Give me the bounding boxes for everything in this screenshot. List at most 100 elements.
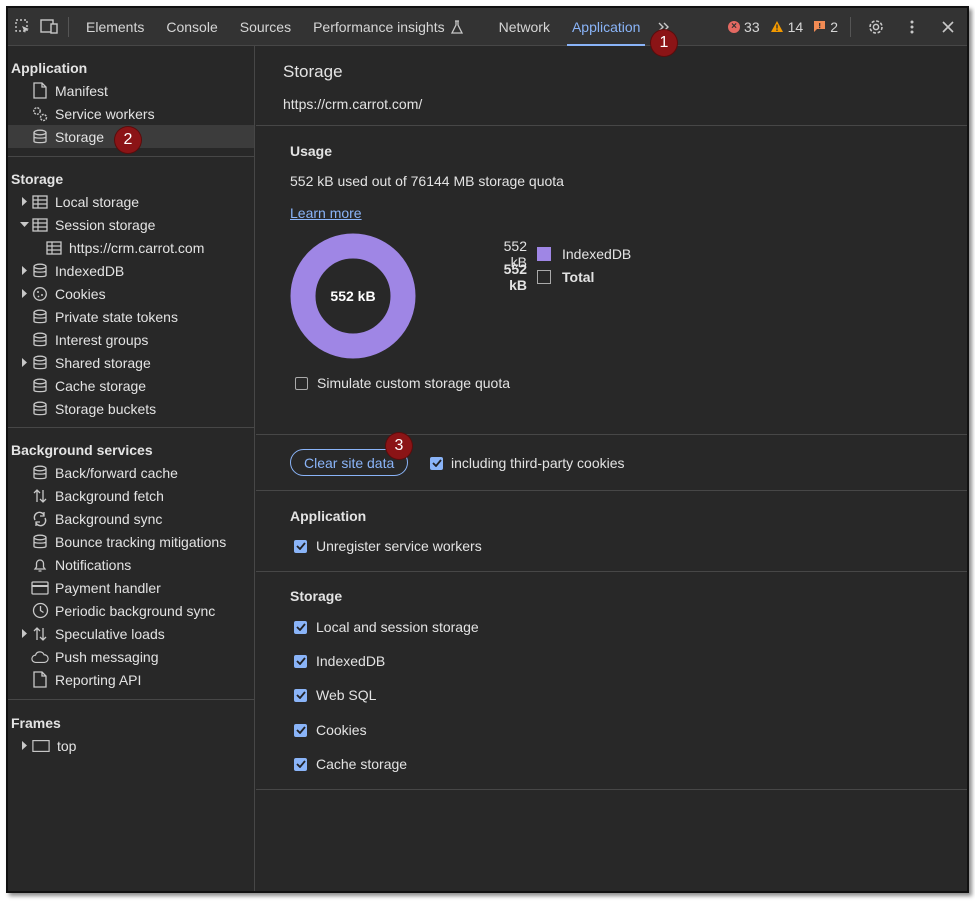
legend-name: IndexedDB bbox=[562, 245, 632, 262]
application-heading: Application bbox=[290, 508, 367, 524]
sidebar-item-interest-groups[interactable]: Interest groups bbox=[8, 328, 254, 351]
sidebar-item-private-state-tokens[interactable]: Private state tokens bbox=[8, 305, 254, 328]
sidebar-item-background-sync[interactable]: Background sync bbox=[8, 507, 254, 530]
clear-local-session-row[interactable]: Local and session storage bbox=[294, 619, 479, 635]
toolbar-divider bbox=[68, 16, 69, 37]
sidebar-item-label: Service workers bbox=[55, 105, 155, 122]
sidebar-item-label: Payment handler bbox=[55, 579, 161, 596]
sidebar-item-label: IndexedDB bbox=[55, 262, 125, 279]
expand-arrow-icon[interactable] bbox=[19, 197, 29, 207]
sidebar-item-label: Background sync bbox=[55, 510, 163, 527]
unregister-sw-checkbox[interactable] bbox=[294, 539, 307, 553]
sidebar-item-bounce-tracking[interactable]: Bounce tracking mitigations bbox=[8, 530, 254, 553]
cookies-checkbox[interactable] bbox=[294, 723, 307, 737]
third-party-cookies-checkbox[interactable] bbox=[430, 456, 443, 470]
close-icon[interactable] bbox=[935, 14, 961, 40]
sidebar-item-label: Back/forward cache bbox=[55, 464, 178, 481]
expand-arrow-icon[interactable] bbox=[19, 741, 29, 751]
expand-arrow-icon[interactable] bbox=[19, 629, 29, 639]
sidebar-item-push-messaging[interactable]: Push messaging bbox=[8, 645, 254, 668]
sidebar-item-payment-handler[interactable]: Payment handler bbox=[8, 576, 254, 599]
sidebar-item-back-forward-cache[interactable]: Back/forward cache bbox=[8, 461, 254, 484]
sidebar-item-manifest[interactable]: Manifest bbox=[8, 79, 254, 102]
sidebar-item-label: Bounce tracking mitigations bbox=[55, 533, 227, 550]
sidebar-item-shared-storage[interactable]: Shared storage bbox=[8, 351, 254, 374]
third-party-cookies-row[interactable]: including third-party cookies bbox=[430, 455, 625, 471]
document-icon bbox=[31, 82, 49, 100]
sidebar-item-reporting-api[interactable]: Reporting API bbox=[8, 668, 254, 691]
flask-icon bbox=[450, 19, 463, 34]
sidebar-item-cookies[interactable]: Cookies bbox=[8, 282, 254, 305]
clear-site-data-section: Clear site data including third-party co… bbox=[256, 435, 967, 491]
learn-more-link[interactable]: Learn more bbox=[290, 205, 362, 221]
sidebar-item-session-storage[interactable]: Session storage bbox=[8, 213, 254, 236]
gears-icon bbox=[31, 105, 49, 123]
sidebar-heading-frames: Frames bbox=[11, 715, 61, 731]
sidebar-item-label: top bbox=[57, 737, 77, 754]
sidebar-item-label: Cache storage bbox=[55, 377, 147, 394]
sidebar-item-periodic-background-sync[interactable]: Periodic background sync bbox=[8, 599, 254, 622]
sidebar-item-label: Session storage bbox=[55, 216, 156, 233]
sidebar-item-label: Manifest bbox=[55, 82, 108, 99]
sidebar-item-indexeddb[interactable]: IndexedDB bbox=[8, 259, 254, 282]
collapse-arrow-icon[interactable] bbox=[19, 220, 29, 230]
usage-donut-chart: 552 kB bbox=[290, 233, 416, 359]
sidebar-section-background-services: Background services Back/forward cache B… bbox=[8, 428, 254, 700]
cache-storage-checkbox[interactable] bbox=[294, 757, 307, 771]
credit-card-icon bbox=[31, 579, 49, 597]
sidebar-item-service-workers[interactable]: Service workers bbox=[8, 102, 254, 125]
legend-name: Total bbox=[562, 268, 595, 285]
simulate-quota-row[interactable]: Simulate custom storage quota bbox=[295, 375, 510, 391]
annotation-badge-2: 2 bbox=[115, 127, 141, 153]
clear-cookies-row[interactable]: Cookies bbox=[294, 722, 367, 738]
clear-websql-row[interactable]: Web SQL bbox=[294, 687, 376, 703]
clear-indexeddb-row[interactable]: IndexedDB bbox=[294, 653, 385, 669]
sidebar-item-storage-buckets[interactable]: Storage buckets bbox=[8, 397, 254, 420]
local-session-checkbox[interactable] bbox=[294, 620, 307, 634]
tab-console[interactable]: Console bbox=[155, 8, 228, 46]
indexeddb-checkbox[interactable] bbox=[294, 654, 307, 668]
clear-cache-storage-row[interactable]: Cache storage bbox=[294, 756, 407, 772]
more-options-icon[interactable] bbox=[899, 14, 925, 40]
expand-arrow-icon[interactable] bbox=[19, 266, 29, 276]
usage-summary: 552 kB used out of 76144 MB storage quot… bbox=[290, 173, 564, 189]
sidebar-item-label: Speculative loads bbox=[55, 625, 165, 642]
expand-arrow-icon[interactable] bbox=[19, 289, 29, 299]
warning-count[interactable]: 14 bbox=[770, 19, 803, 35]
issues-count[interactable]: 2 bbox=[813, 19, 838, 35]
sidebar-item-cache-storage[interactable]: Cache storage bbox=[8, 374, 254, 397]
sidebar-item-background-fetch[interactable]: Background fetch bbox=[8, 484, 254, 507]
unregister-sw-row[interactable]: Unregister service workers bbox=[294, 538, 482, 554]
bell-icon bbox=[31, 556, 49, 574]
sync-icon bbox=[31, 510, 49, 528]
sidebar-item-local-storage[interactable]: Local storage bbox=[8, 190, 254, 213]
sidebar-item-label: Shared storage bbox=[55, 354, 151, 371]
usage-legend: 552 kB IndexedDB 552 kB Total bbox=[486, 238, 656, 293]
sidebar-item-frame-top[interactable]: top bbox=[8, 734, 254, 757]
table-icon bbox=[31, 193, 49, 211]
annotation-badge-3: 3 bbox=[386, 433, 412, 459]
inspect-element-icon[interactable] bbox=[10, 14, 36, 40]
tab-application[interactable]: Application bbox=[561, 8, 652, 46]
expand-arrow-icon[interactable] bbox=[19, 358, 29, 368]
local-session-label: Local and session storage bbox=[316, 619, 479, 635]
storage-header: Storage https://crm.carrot.com/ bbox=[256, 46, 967, 126]
sidebar-item-speculative-loads[interactable]: Speculative loads bbox=[8, 622, 254, 645]
websql-checkbox[interactable] bbox=[294, 688, 307, 702]
sidebar-heading-application: Application bbox=[11, 60, 88, 76]
tab-sources[interactable]: Sources bbox=[229, 8, 302, 46]
device-toolbar-icon[interactable] bbox=[36, 14, 62, 40]
cache-storage-label: Cache storage bbox=[316, 756, 408, 772]
simulate-quota-checkbox[interactable] bbox=[295, 376, 308, 390]
tab-elements[interactable]: Elements bbox=[75, 8, 155, 46]
settings-gear-icon[interactable] bbox=[863, 14, 889, 40]
sidebar-item-session-origin[interactable]: https://crm.carrot.com bbox=[8, 236, 254, 259]
unregister-sw-label: Unregister service workers bbox=[316, 538, 482, 554]
tab-network[interactable]: Network bbox=[488, 8, 561, 46]
page-title: Storage bbox=[283, 62, 343, 81]
database-icon bbox=[31, 377, 49, 395]
devtools-toolbar: Elements Console Sources Performance ins… bbox=[8, 8, 967, 46]
error-count[interactable]: × 33 bbox=[728, 19, 760, 35]
tab-performance-insights[interactable]: Performance insights bbox=[302, 8, 474, 46]
sidebar-item-notifications[interactable]: Notifications bbox=[8, 553, 254, 576]
